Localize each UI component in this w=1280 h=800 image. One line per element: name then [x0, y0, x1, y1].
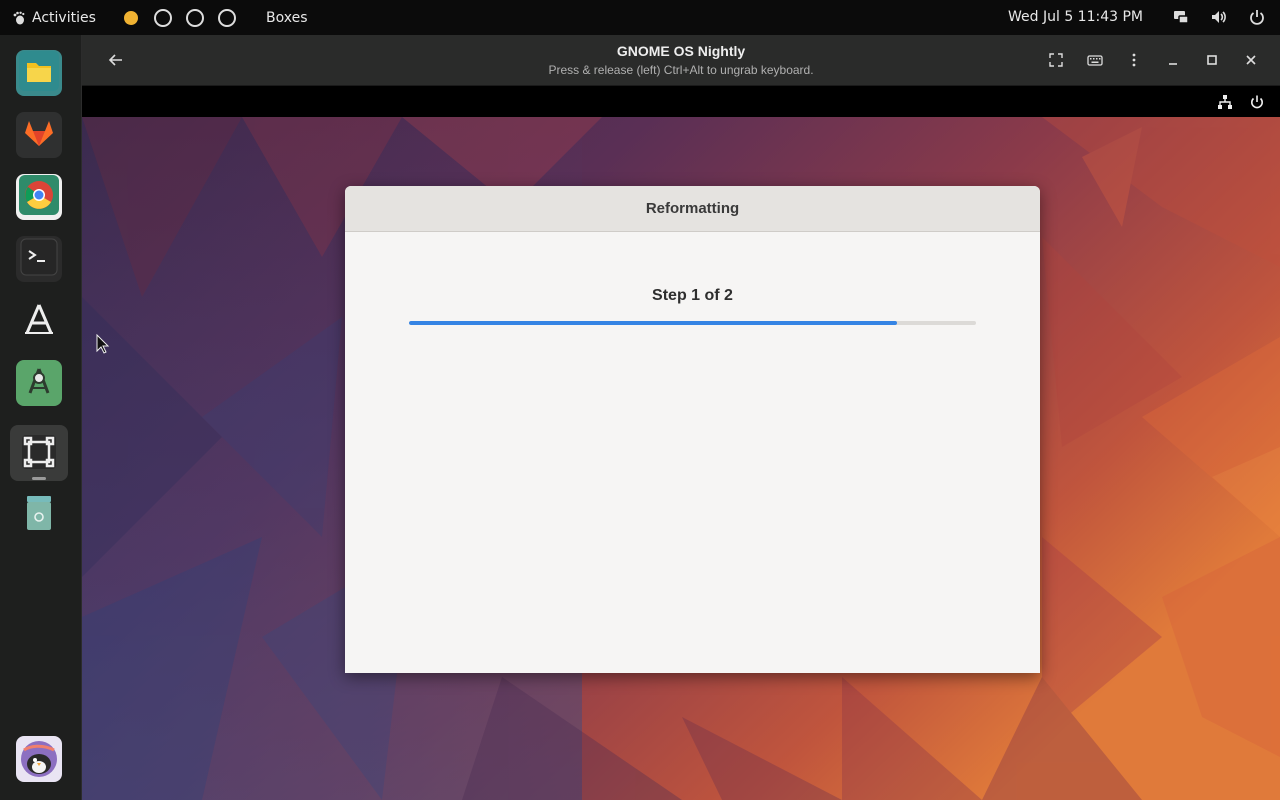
dock	[0, 35, 82, 800]
dock-gitlab[interactable]	[16, 112, 62, 158]
progress-fill	[409, 321, 897, 325]
volume-icon[interactable]	[1210, 8, 1228, 26]
dialog-title: Reformatting	[345, 186, 1040, 232]
dock-trash[interactable]	[16, 492, 62, 538]
top-bar: Activities Boxes Wed Jul 5 11:43 PM	[0, 0, 1280, 35]
minimize-icon	[1169, 63, 1177, 65]
software-icon	[19, 299, 59, 343]
network-icon[interactable]	[1216, 93, 1234, 111]
power-icon[interactable]	[1248, 8, 1266, 26]
workspace-4[interactable]	[218, 8, 236, 27]
dock-terminal[interactable]	[16, 236, 62, 282]
gitlab-fox-icon	[19, 113, 59, 157]
close-button[interactable]	[1242, 51, 1260, 69]
clock[interactable]: Wed Jul 5 11:43 PM	[1008, 9, 1143, 25]
app-menu[interactable]: Boxes	[266, 10, 308, 26]
workspace-1[interactable]	[122, 9, 140, 27]
minimize-button[interactable]	[1164, 51, 1182, 69]
workspace-3[interactable]	[186, 8, 204, 27]
vm-display[interactable]: Reformatting Step 1 of 2	[82, 86, 1280, 800]
kebab-menu-icon	[1132, 53, 1136, 67]
folder-icon	[19, 51, 59, 95]
close-icon	[1246, 55, 1256, 65]
chrome-icon	[19, 175, 59, 219]
builder-icon	[19, 361, 59, 405]
dock-show-apps[interactable]	[16, 736, 62, 786]
activities-button[interactable]: Activities	[0, 10, 118, 26]
terminal-icon	[19, 237, 59, 281]
vm-top-bar	[82, 86, 1280, 117]
fullscreen-icon	[1049, 53, 1063, 67]
gnome-foot-icon	[12, 11, 26, 25]
dock-files[interactable]	[16, 50, 62, 96]
maximize-button[interactable]	[1203, 51, 1221, 69]
window-headerbar: GNOME OS Nightly Press & release (left) …	[82, 35, 1280, 86]
progress-bar	[409, 321, 976, 325]
dock-software[interactable]	[16, 298, 62, 344]
system-tray[interactable]	[1172, 8, 1266, 26]
running-indicator	[32, 477, 46, 480]
vm-power-icon[interactable]	[1248, 93, 1266, 111]
display-icon[interactable]	[1172, 8, 1190, 26]
step-label: Step 1 of 2	[652, 287, 733, 304]
dock-boxes[interactable]	[16, 431, 62, 477]
workspace-2[interactable]	[154, 8, 172, 27]
trash-icon	[19, 493, 59, 537]
maximize-icon	[1207, 55, 1217, 65]
header-buttons	[1047, 51, 1260, 69]
fullscreen-button[interactable]	[1047, 51, 1065, 69]
activities-label: Activities	[32, 9, 96, 26]
keyboard-button[interactable]	[1086, 51, 1104, 69]
menu-button[interactable]	[1125, 51, 1143, 69]
reformatting-dialog: Reformatting Step 1 of 2	[345, 186, 1040, 673]
avatar-icon	[16, 736, 62, 786]
dock-builder[interactable]	[16, 360, 62, 406]
mouse-pointer-icon	[96, 333, 110, 354]
workspace-indicator[interactable]	[122, 8, 236, 27]
vm-tray[interactable]	[1216, 93, 1266, 111]
boxes-icon	[19, 432, 59, 476]
keyboard-icon	[1087, 55, 1103, 66]
dock-chrome[interactable]	[16, 174, 62, 220]
